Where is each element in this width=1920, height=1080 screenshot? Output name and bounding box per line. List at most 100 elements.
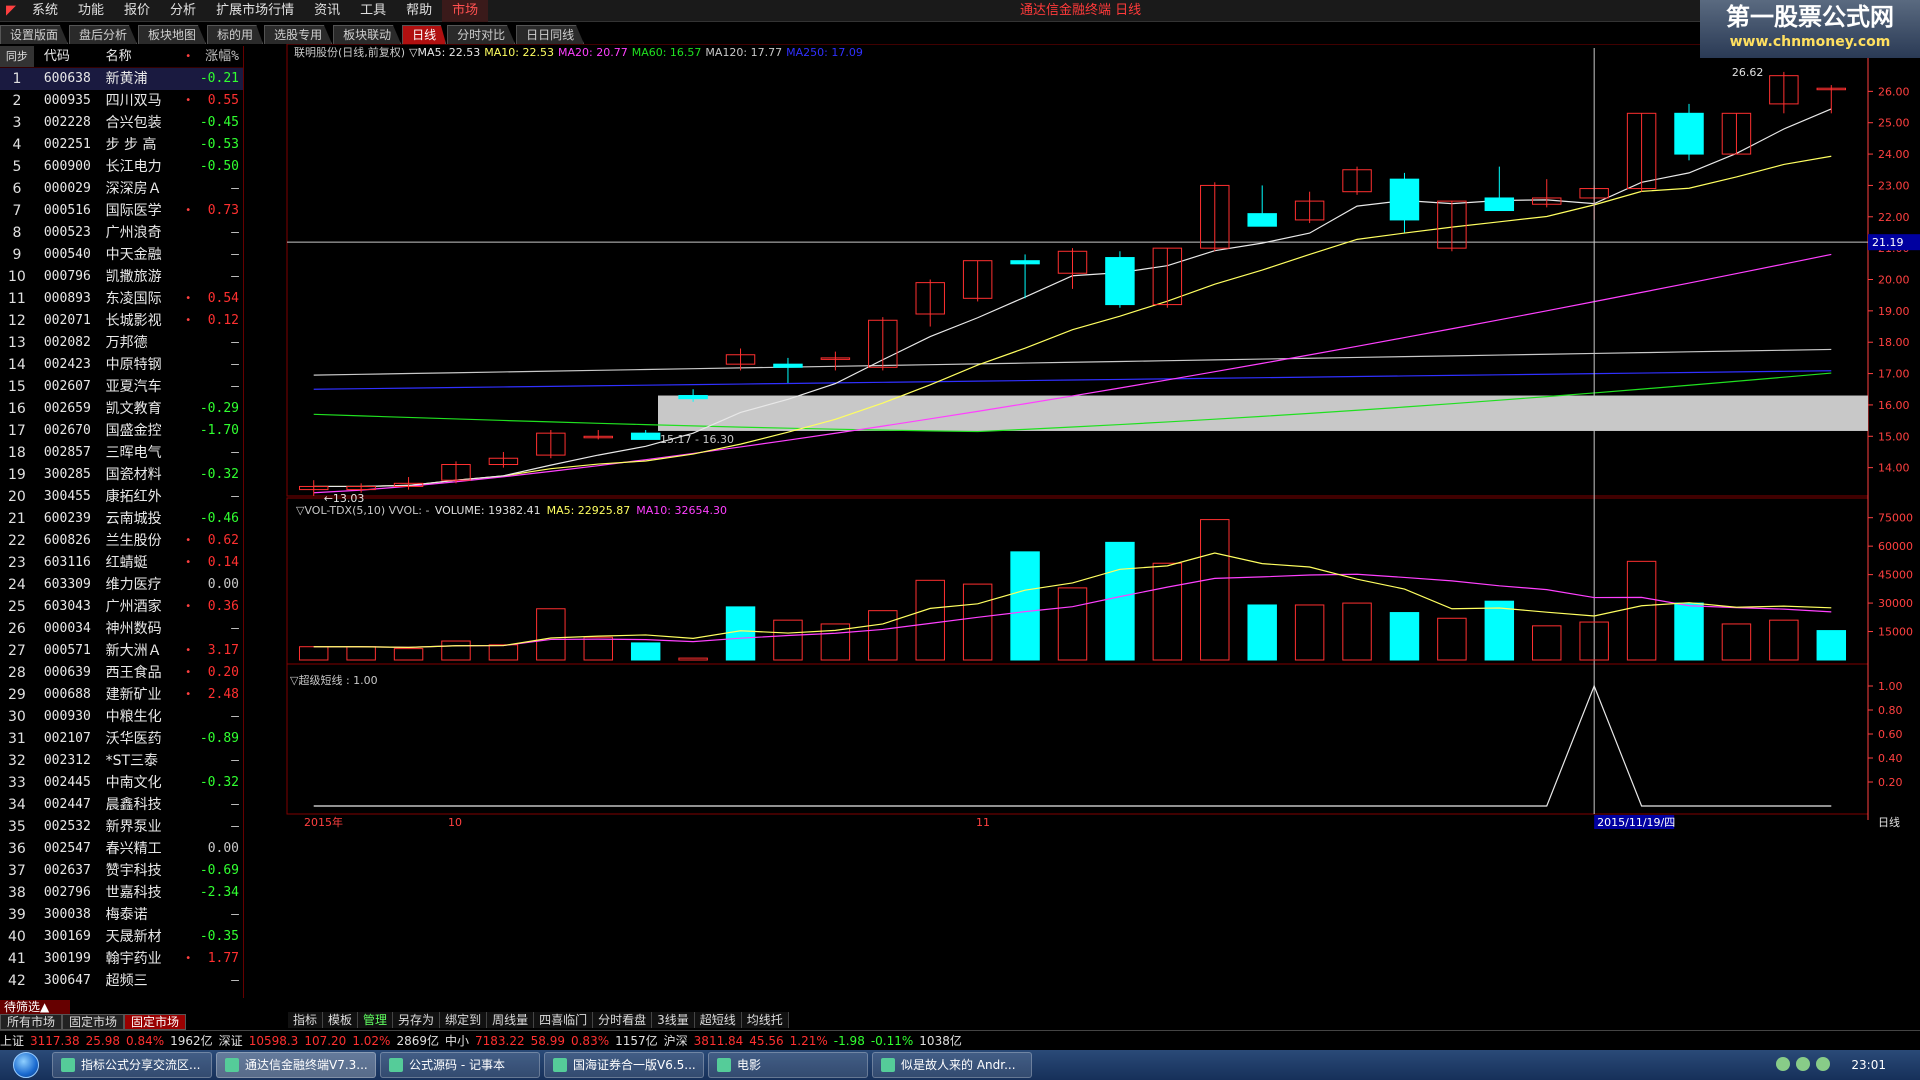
stock-row[interactable]: 30 000930 中粮生化 – (0, 706, 243, 728)
stock-row[interactable]: 15 002607 亚夏汽车 – (0, 376, 243, 398)
stock-row[interactable]: 28 000639 西王食品 • 0.20 (0, 662, 243, 684)
volume-bar[interactable] (393, 648, 424, 661)
volume-bar[interactable] (630, 642, 661, 661)
menu-item-8[interactable]: 市场 (442, 0, 489, 22)
market-tab-1[interactable]: 固定市场 (62, 1014, 125, 1030)
stock-row[interactable]: 35 002532 新界泵业 – (0, 816, 243, 838)
tab-7[interactable]: 分时对比 (447, 25, 516, 44)
indicator-tab-6[interactable]: 四喜临门 (534, 1012, 594, 1028)
stock-row[interactable]: 38 002796 世嘉科技 -2.34 (0, 882, 243, 904)
volume-bar[interactable] (1484, 600, 1515, 661)
volume-bar[interactable] (536, 608, 566, 661)
market-tab-2[interactable]: 固定市场 (124, 1014, 187, 1030)
volume-bar[interactable] (298, 646, 329, 661)
volume-bar[interactable] (1200, 519, 1230, 661)
volume-bar[interactable] (1674, 602, 1704, 661)
menu-item-7[interactable]: 帮助 (396, 0, 442, 22)
stock-row[interactable]: 8 000523 广州浪奇 – (0, 222, 243, 244)
stock-row[interactable]: 41 300199 翰宇药业 • 1.77 (0, 948, 243, 970)
tab-1[interactable]: 盘后分析 (69, 25, 138, 44)
volume-bar[interactable] (346, 646, 376, 661)
indicator-tab-2[interactable]: 管理 (358, 1012, 394, 1028)
app-logo-icon[interactable]: ◤ (0, 0, 22, 22)
volume-bar[interactable] (1294, 604, 1325, 661)
stock-row[interactable]: 39 300038 梅泰诺 – (0, 904, 243, 926)
stock-row[interactable]: 6 000029 深深房Ａ – (0, 178, 243, 200)
stock-row[interactable]: 18 002857 三晖电气 – (0, 442, 243, 464)
volume-bar[interactable] (1057, 587, 1088, 661)
menu-item-0[interactable]: 系统 (22, 0, 68, 22)
volume-bar[interactable] (1010, 551, 1040, 661)
stock-row[interactable]: 3 002228 合兴包装 -0.45 (0, 112, 243, 134)
stock-row[interactable]: 14 002423 中原特钢 – (0, 354, 243, 376)
stock-row[interactable]: 13 002082 万邦德 – (0, 332, 243, 354)
volume-bar[interactable] (678, 657, 708, 661)
taskbar-task[interactable]: 公式源码 - 记事本 (380, 1052, 540, 1078)
tab-4[interactable]: 选股专用 (264, 25, 333, 44)
stock-row[interactable]: 2 000935 四川双马 • 0.55 (0, 90, 243, 112)
volume-bar[interactable] (1721, 623, 1752, 661)
stock-row[interactable]: 26 000034 神州数码 – (0, 618, 243, 640)
tab-0[interactable]: 设置版面 (0, 25, 69, 44)
taskbar-task[interactable]: 电影 (708, 1052, 868, 1078)
menu-item-1[interactable]: 功能 (68, 0, 114, 22)
stock-row[interactable]: 32 002312 *ST三泰 – (0, 750, 243, 772)
volume-bar[interactable] (1626, 560, 1657, 661)
stock-row[interactable]: 20 300455 康拓红外 – (0, 486, 243, 508)
volume-bar[interactable] (488, 644, 519, 661)
indicator-tab-8[interactable]: 3线量 (652, 1012, 695, 1028)
volume-bar[interactable] (868, 610, 898, 661)
volume-bar[interactable] (1105, 541, 1135, 661)
candle-body[interactable] (1389, 178, 1420, 221)
taskbar-task[interactable]: 似是故人来的 Andr... (872, 1052, 1032, 1078)
stock-row[interactable]: 31 002107 沃华医药 -0.89 (0, 728, 243, 750)
stock-row[interactable]: 12 002071 长城影视 • 0.12 (0, 310, 243, 332)
stock-row[interactable]: 40 300169 天晟新材 -0.35 (0, 926, 243, 948)
indicator-tab-3[interactable]: 另存为 (393, 1012, 441, 1028)
stock-row[interactable]: 24 603309 维力医疗 0.00 (0, 574, 243, 596)
sync-button[interactable]: 同步 (0, 46, 34, 67)
taskbar-task[interactable]: 指标公式分享交流区... (52, 1052, 212, 1078)
indicator-tab-9[interactable]: 超短线 (694, 1012, 742, 1028)
stock-row[interactable]: 22 600826 兰生股份 • 0.62 (0, 530, 243, 552)
col-code-header[interactable]: 代码 (34, 46, 96, 67)
stock-row[interactable]: 19 300285 国瓷材料 -0.32 (0, 464, 243, 486)
indicator-tab-4[interactable]: 绑定到 (440, 1012, 488, 1028)
start-button[interactable] (0, 1050, 52, 1080)
stock-row[interactable]: 23 603116 红蜻蜓 • 0.14 (0, 552, 243, 574)
stock-row[interactable]: 36 002547 春兴精工 0.00 (0, 838, 243, 860)
stock-row[interactable]: 34 002447 晨鑫科技 – (0, 794, 243, 816)
stock-row[interactable]: 5 600900 长江电力 -0.50 (0, 156, 243, 178)
indicator-tab-7[interactable]: 分时看盘 (593, 1012, 653, 1028)
menu-item-6[interactable]: 工具 (350, 0, 396, 22)
tab-6[interactable]: 日线 (402, 25, 447, 44)
volume-bar[interactable] (1437, 617, 1467, 661)
indicator-tab-1[interactable]: 模板 (323, 1012, 359, 1028)
stock-row[interactable]: 21 600239 云南城投 -0.46 (0, 508, 243, 530)
menu-item-5[interactable]: 资讯 (304, 0, 350, 22)
volume-bar[interactable] (773, 619, 803, 661)
indicator-tab-10[interactable]: 均线托 (741, 1012, 789, 1028)
taskbar-task[interactable]: 国海证券合一版V6.5... (544, 1052, 704, 1078)
candle-body[interactable] (1484, 197, 1515, 212)
candle-body[interactable] (773, 363, 803, 368)
stock-row[interactable]: 1 600638 新黄浦 -0.21 (0, 68, 243, 90)
filter-button[interactable]: 待筛选▲ (0, 1000, 70, 1014)
stock-row[interactable]: 33 002445 中南文化 -0.32 (0, 772, 243, 794)
volume-bar[interactable] (1389, 612, 1420, 661)
col-change-header[interactable]: 涨幅% (193, 46, 243, 67)
tab-8[interactable]: 日日同线 (516, 25, 585, 44)
tab-3[interactable]: 标的用 (207, 25, 264, 44)
indicator-tab-5[interactable]: 周线量 (487, 1012, 535, 1028)
volume-bar[interactable] (1342, 602, 1372, 661)
volume-bar[interactable] (1247, 604, 1277, 661)
stock-row[interactable]: 10 000796 凯撒旅游 – (0, 266, 243, 288)
tab-2[interactable]: 板块地图 (138, 25, 207, 44)
stock-row[interactable]: 37 002637 赞宇科技 -0.69 (0, 860, 243, 882)
stock-row[interactable]: 42 300647 超频三 – (0, 970, 243, 992)
menu-item-2[interactable]: 报价 (114, 0, 160, 22)
candle-body[interactable] (630, 432, 661, 440)
chart-area[interactable]: 26.00 25.00 24.00 23.00 22.00 2 1.00 20.00 19.00… (0, 44, 1920, 1020)
stock-row[interactable]: 29 000688 建新矿业 • 2.48 (0, 684, 243, 706)
stock-row[interactable]: 11 000893 东凌国际 • 0.54 (0, 288, 243, 310)
